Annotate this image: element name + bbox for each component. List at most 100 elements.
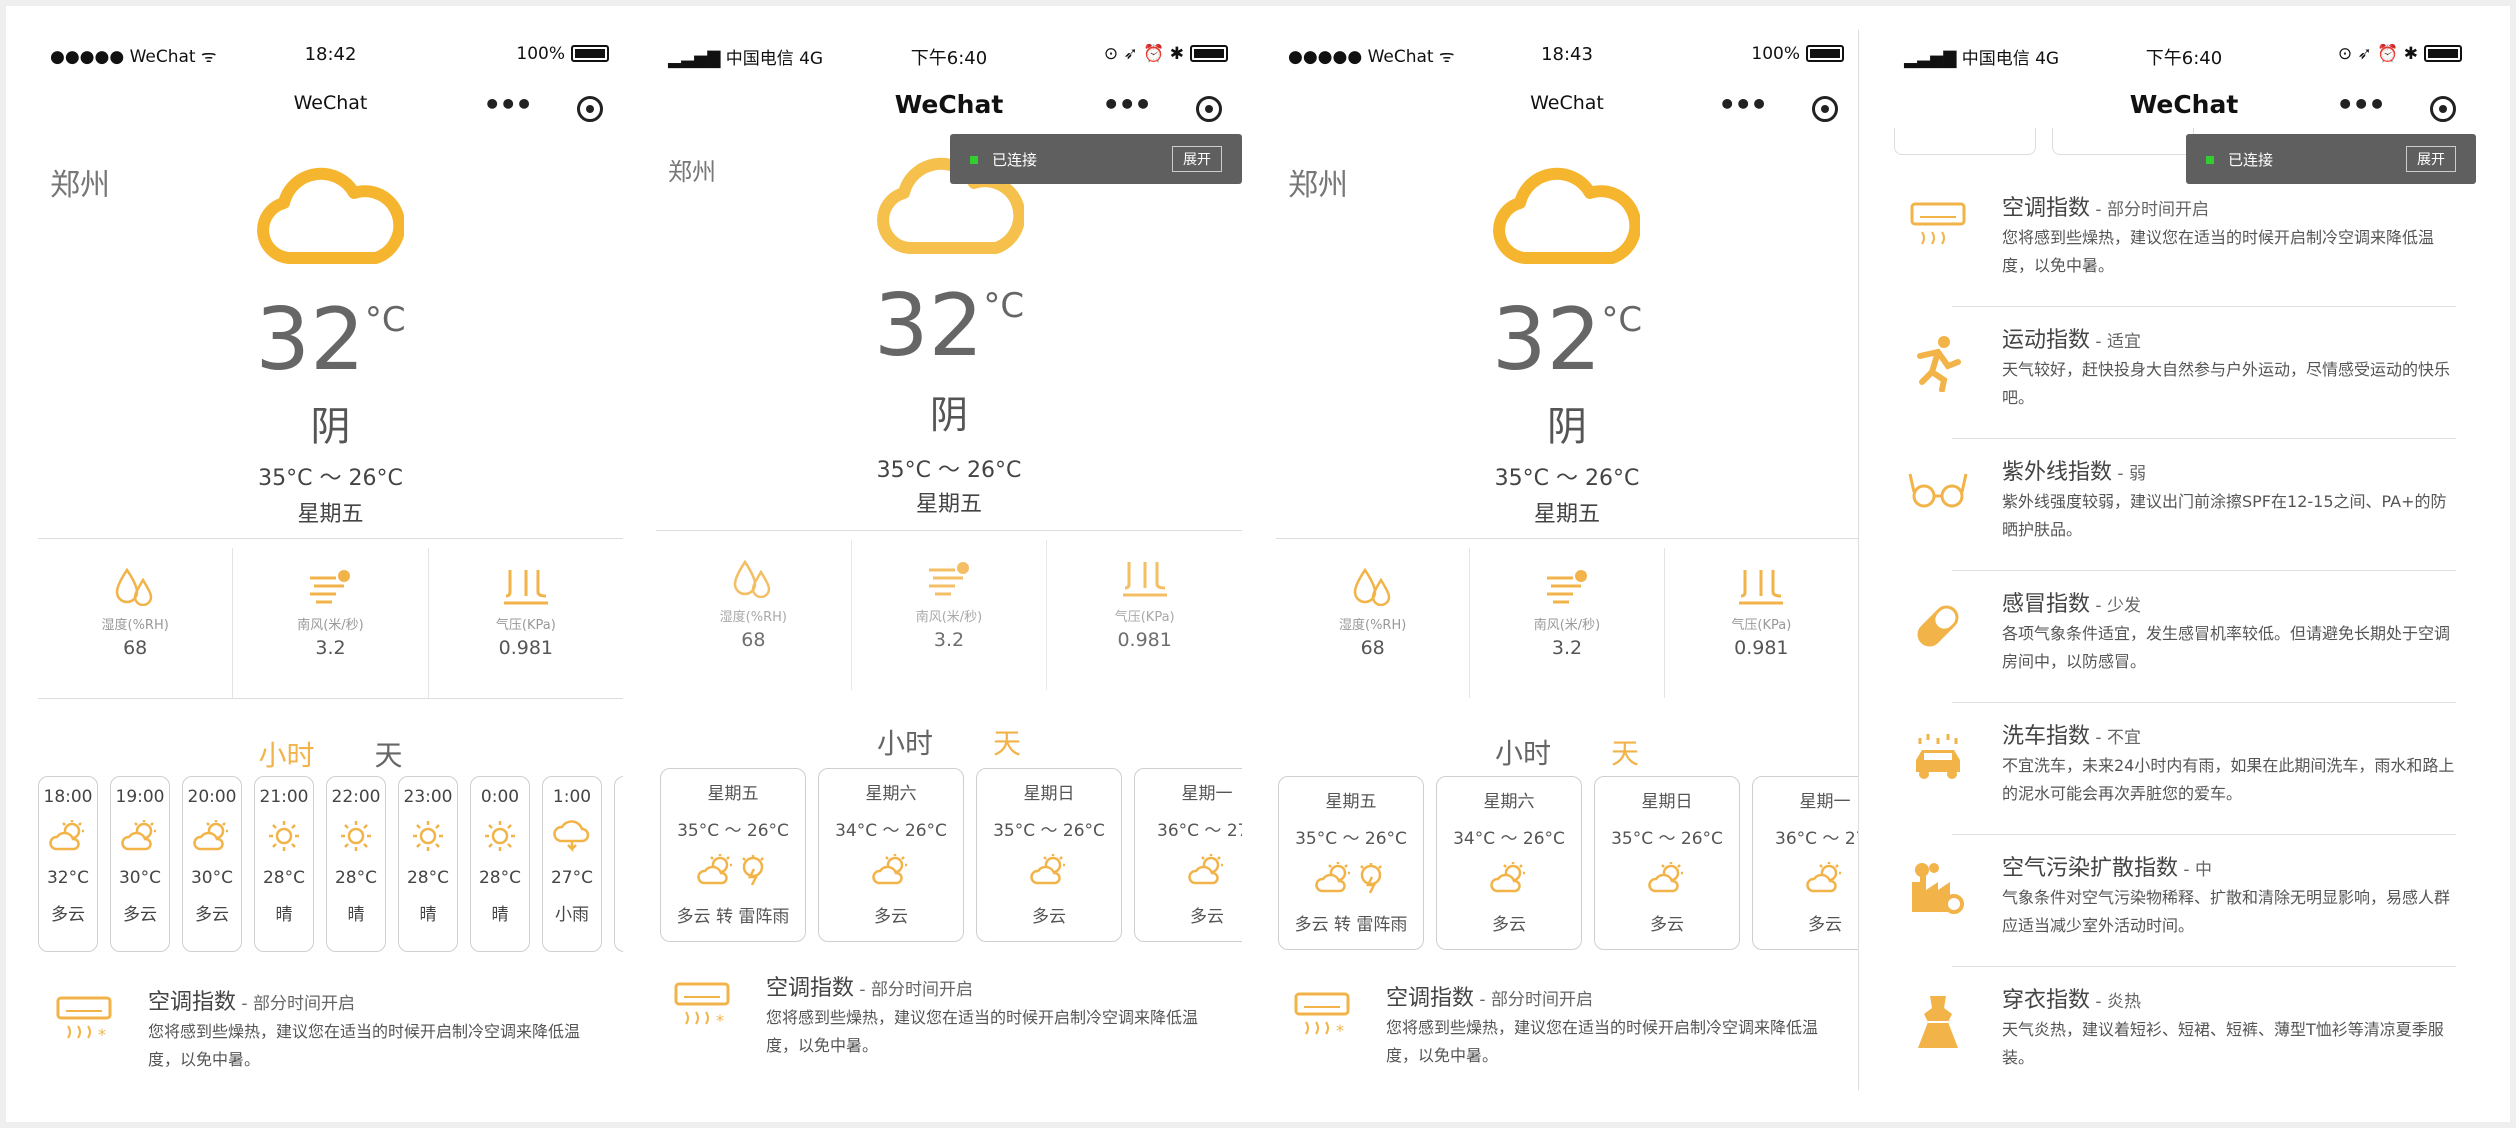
metric-value: 0.981 [498, 637, 554, 659]
more-menu-icon[interactable]: ••• [1718, 88, 1768, 121]
day-card[interactable]: 星期日 35°C ～ 26°C 多云 [1594, 776, 1740, 950]
forecast-tabs: 小时 天 [656, 722, 1242, 762]
hour-card-partial[interactable] [614, 776, 623, 952]
index-text: 气象条件对空气污染物稀释、扩散和清除无明显影响，易感人群应适当减少室外活动时间。 [2002, 888, 2451, 935]
hour-card[interactable]: 0:00 28°C 晴 [470, 776, 530, 952]
index-level: - 不宜 [2090, 728, 2141, 748]
day-weather-icons [661, 841, 805, 892]
temp-unit: °C [1601, 300, 1643, 340]
hour-card[interactable]: 20:00 30°C 多云 [182, 776, 242, 952]
divider [656, 530, 1242, 531]
hour-card[interactable]: 21:00 28°C 晴 [254, 776, 314, 952]
expand-button[interactable]: 展开 [1172, 146, 1222, 172]
index-title: 感冒指数 - 少发 [2002, 586, 2141, 618]
divider [1952, 834, 2456, 835]
daily-forecast-list[interactable]: 星期五 35°C ～ 26°C 多云 转 雷阵雨 星期六 34°C ～ 26°C … [1278, 776, 1858, 950]
index-text: 您将感到些燥热，建议您在适当的时候开启制冷空调来降低温度，以免中暑。 [148, 1022, 581, 1069]
day-weather: 多云 [874, 907, 908, 927]
sun-icon [255, 807, 313, 858]
tab-hourly[interactable]: 小时 [877, 727, 933, 760]
hour-weather: 多云 [123, 905, 157, 925]
metric-humidity: 湿度(%RH) 68 [1276, 548, 1471, 698]
nav-bar: WeChat ••• [1276, 86, 1858, 126]
connection-toast: 已连接 展开 [950, 134, 1242, 184]
close-miniprogram-icon[interactable] [2430, 96, 2456, 122]
tab-daily[interactable]: 天 [993, 727, 1021, 760]
air-conditioner-icon: * [674, 982, 730, 1030]
day-range: 35°C ～ 26°C [1295, 829, 1407, 849]
daily-forecast-list[interactable]: 星期五 35°C ～ 26°C 多云 转 雷阵雨 星期六 34°C ～ 26°C … [660, 768, 1242, 942]
day-card[interactable]: 星期五 35°C ～ 26°C 多云 转 雷阵雨 [660, 768, 806, 942]
day-range: 35°C ～ 26°C [677, 821, 789, 841]
status-bar: ●●●●● WeChat ᯤ 18:42 100% [38, 44, 623, 70]
hour-card[interactable]: 22:00 28°C 晴 [326, 776, 386, 952]
connected-dot-icon [970, 156, 978, 164]
tab-hourly[interactable]: 小时 [1495, 737, 1551, 770]
index-level: - 部分时间开启 [2090, 200, 2209, 220]
more-menu-icon[interactable]: ••• [2336, 88, 2386, 121]
nav-bar: WeChat ••• [38, 86, 623, 126]
day-card[interactable]: 星期六 34°C ～ 26°C 多云 [1436, 776, 1582, 950]
index-name: 空调指数 [2002, 196, 2091, 221]
hour-weather: 晴 [491, 905, 509, 925]
day-weather: 多云 [1492, 915, 1526, 935]
day-card[interactable]: 星期日 35°C ～ 26°C 多云 [976, 768, 1122, 942]
battery-icon [1806, 45, 1844, 62]
air-conditioner-icon [1908, 200, 1968, 256]
more-menu-icon[interactable]: ••• [483, 88, 533, 121]
hour-weather: 小雨 [555, 905, 589, 925]
day-card[interactable]: 星期六 34°C ～ 26°C 多云 [818, 768, 964, 942]
current-temperature: 32°C [38, 290, 623, 390]
pressure-icon [1739, 570, 1784, 605]
close-miniprogram-icon[interactable] [1196, 96, 1222, 122]
svg-text:*: * [98, 1025, 106, 1044]
index-name: 空调指数 [766, 976, 855, 1001]
city-name: 郑州 [1288, 168, 1348, 203]
day-card[interactable]: 星期一 36°C ～ 27° 多云 [1752, 776, 1858, 950]
temp-value: 32 [1491, 290, 1602, 390]
status-bar: ●●●●● WeChat ᯤ 18:43 100% [1276, 44, 1858, 70]
day-name: 星期六 [1483, 792, 1535, 812]
day-name: 星期五 [707, 784, 759, 804]
hour-time: 19:00 [115, 787, 165, 807]
hour-card[interactable]: 18:00 32°C 多云 [38, 776, 98, 952]
close-miniprogram-icon[interactable] [1812, 96, 1838, 122]
index-title: 空气污染扩散指数 - 中 [2002, 850, 2212, 882]
tab-hourly[interactable]: 小时 [258, 739, 314, 772]
hour-weather: 多云 [195, 905, 229, 925]
hour-card[interactable]: 1:00 27°C 小雨 [542, 776, 602, 952]
hour-time: 23:00 [403, 787, 453, 807]
metric-wind: 南风(米/秒) 3.2 [852, 540, 1048, 690]
index-name: 洗车指数 [2002, 724, 2091, 749]
day-name: 星期五 [1325, 792, 1377, 812]
index-name: 紫外线指数 [2002, 460, 2113, 485]
tab-daily[interactable]: 天 [1611, 737, 1639, 770]
connection-status: 已连接 [992, 151, 1038, 169]
day-card[interactable]: 星期五 35°C ～ 26°C 多云 转 雷阵雨 [1278, 776, 1424, 950]
hour-card[interactable]: 19:00 30°C 多云 [110, 776, 170, 952]
close-miniprogram-icon[interactable] [577, 96, 603, 122]
day-weather-icons [1595, 849, 1739, 900]
index-level: - 适宜 [2090, 332, 2141, 352]
connection-toast: 已连接 展开 [2186, 134, 2476, 184]
metric-value: 3.2 [933, 629, 965, 651]
hour-card[interactable]: 23:00 28°C 晴 [398, 776, 458, 952]
metric-value: 68 [1360, 637, 1385, 659]
partly-cloudy-icon [871, 854, 911, 892]
metric-value: 68 [741, 629, 766, 651]
day-weather-icons [1753, 849, 1858, 900]
nav-title: WeChat [293, 92, 368, 114]
hourly-forecast-list[interactable]: 18:00 32°C 多云 19:00 30°C 多云 20:00 30°C 多云 2… [38, 776, 623, 956]
battery-icon [571, 45, 609, 62]
hour-time: 1:00 [552, 787, 592, 807]
nav-bar: WeChat ••• [656, 86, 1242, 126]
temp-range: 35°C ～ 26°C [1494, 466, 1640, 491]
nav-title: WeChat [894, 90, 1004, 119]
expand-button[interactable]: 展开 [2406, 146, 2456, 172]
tab-daily[interactable]: 天 [375, 739, 403, 772]
more-menu-icon[interactable]: ••• [1102, 88, 1152, 121]
day-name: 星期六 [865, 784, 917, 804]
day-card[interactable]: 星期一 36°C ～ 27° 多云 [1134, 768, 1242, 942]
nav-title: WeChat [2129, 90, 2239, 119]
hour-temp: 28°C [334, 868, 377, 888]
